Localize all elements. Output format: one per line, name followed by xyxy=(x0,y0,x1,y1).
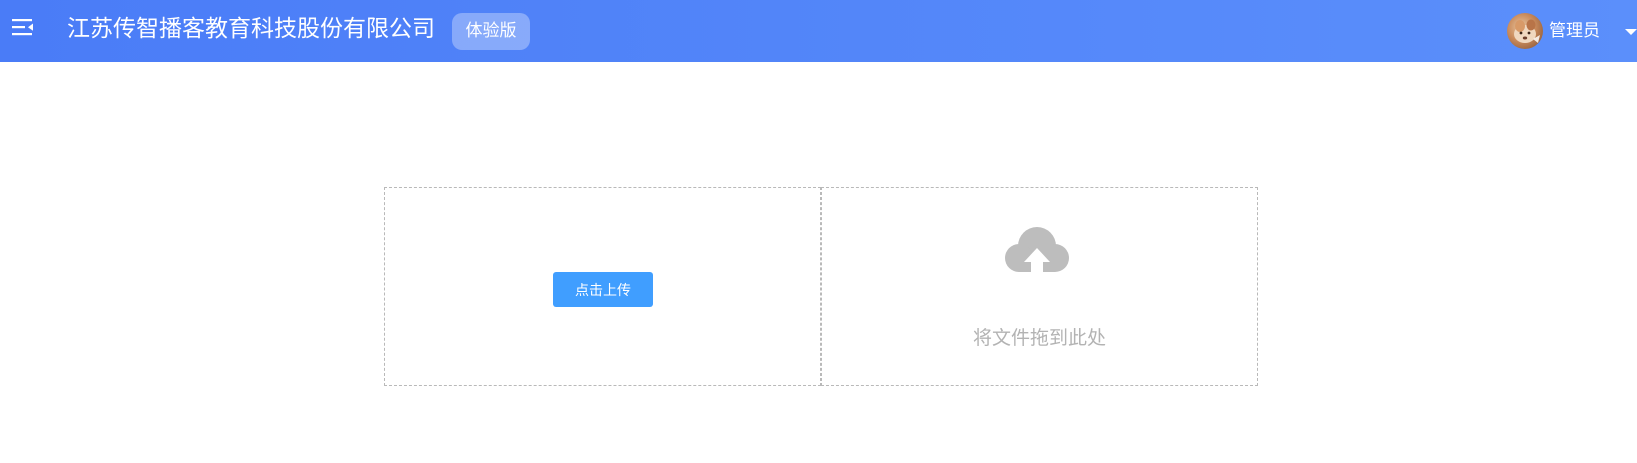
drop-text: 将文件拖到此处 xyxy=(972,327,1106,349)
upload-area: 点击上传 将文件拖到此处 xyxy=(384,187,1258,386)
upload-button-panel: 点击上传 xyxy=(384,187,821,386)
user-menu[interactable]: 管理员 xyxy=(1507,0,1637,62)
user-name[interactable]: 管理员 xyxy=(1549,19,1600,43)
upload-button[interactable]: 点击上传 xyxy=(553,272,653,307)
cloud-upload-icon xyxy=(1002,224,1072,280)
edition-badge: 体验版 xyxy=(452,13,530,50)
company-name: 江苏传智播客教育科技股份有限公司 xyxy=(67,16,435,42)
menu-fold-icon[interactable] xyxy=(12,18,36,40)
caret-down-icon[interactable] xyxy=(1625,29,1637,35)
avatar[interactable] xyxy=(1507,13,1543,49)
drop-zone[interactable]: 将文件拖到此处 xyxy=(821,187,1258,386)
top-header: 江苏传智播客教育科技股份有限公司 体验版 管理员 xyxy=(0,0,1637,62)
